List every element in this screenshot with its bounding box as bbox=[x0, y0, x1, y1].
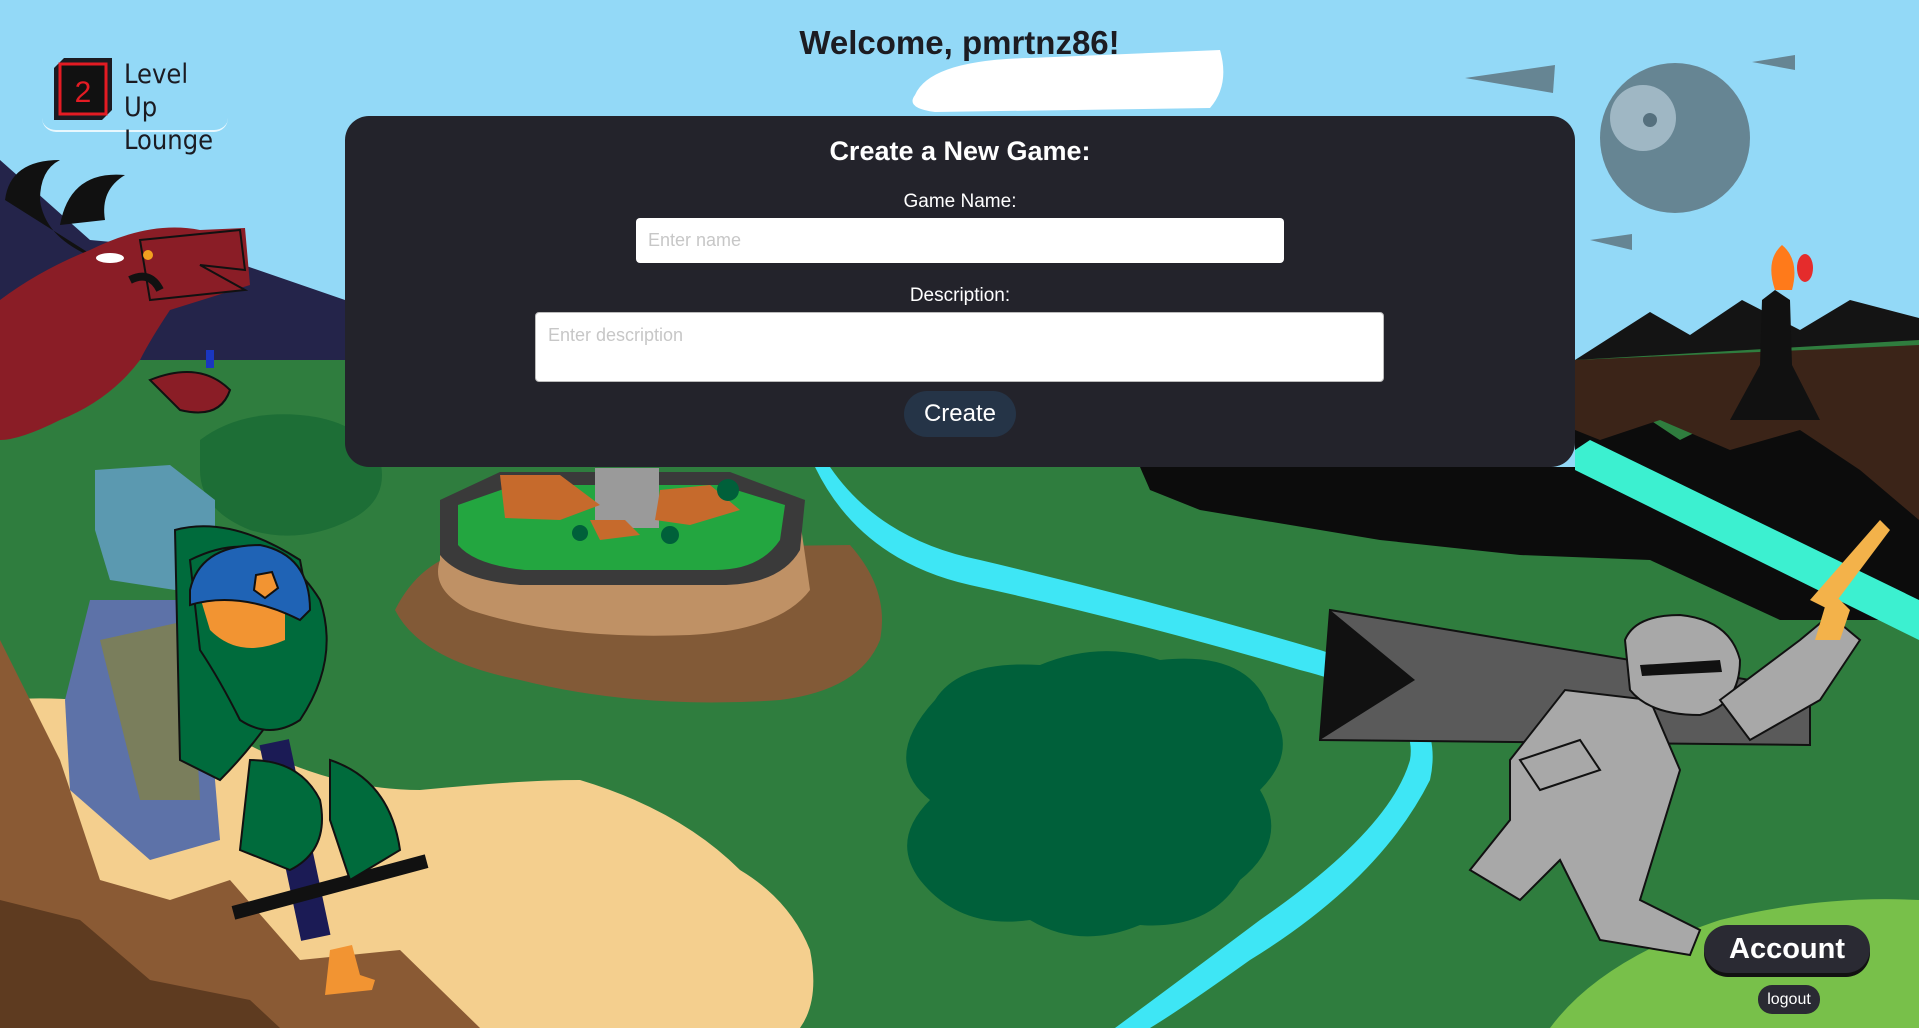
forest bbox=[906, 651, 1283, 937]
account-button[interactable]: Account bbox=[1704, 925, 1870, 973]
logo-number: 2 bbox=[75, 76, 92, 109]
site-logo[interactable]: 2 Level Up Lounge bbox=[42, 52, 228, 156]
panel-title: Create a New Game: bbox=[829, 136, 1091, 166]
logo-mark-icon: 2 bbox=[54, 58, 112, 120]
logout-button[interactable]: logout bbox=[1758, 985, 1820, 1014]
create-game-panel: Create a New Game: Game Name: Descriptio… bbox=[345, 116, 1575, 467]
castle bbox=[440, 468, 805, 585]
logo-line-2: Lounge bbox=[124, 125, 214, 156]
game-name-input[interactable] bbox=[636, 218, 1284, 263]
description-label: Description: bbox=[909, 285, 1011, 306]
create-button[interactable]: Create bbox=[904, 391, 1016, 437]
logo-text: Level Up Lounge bbox=[124, 58, 228, 157]
game-name-label: Game Name: bbox=[903, 191, 1017, 212]
welcome-heading: Welcome, pmrtnz86! bbox=[799, 24, 1120, 61]
logo-line-1: Level Up bbox=[124, 59, 189, 123]
description-input[interactable] bbox=[535, 312, 1384, 382]
moon bbox=[1600, 63, 1750, 213]
